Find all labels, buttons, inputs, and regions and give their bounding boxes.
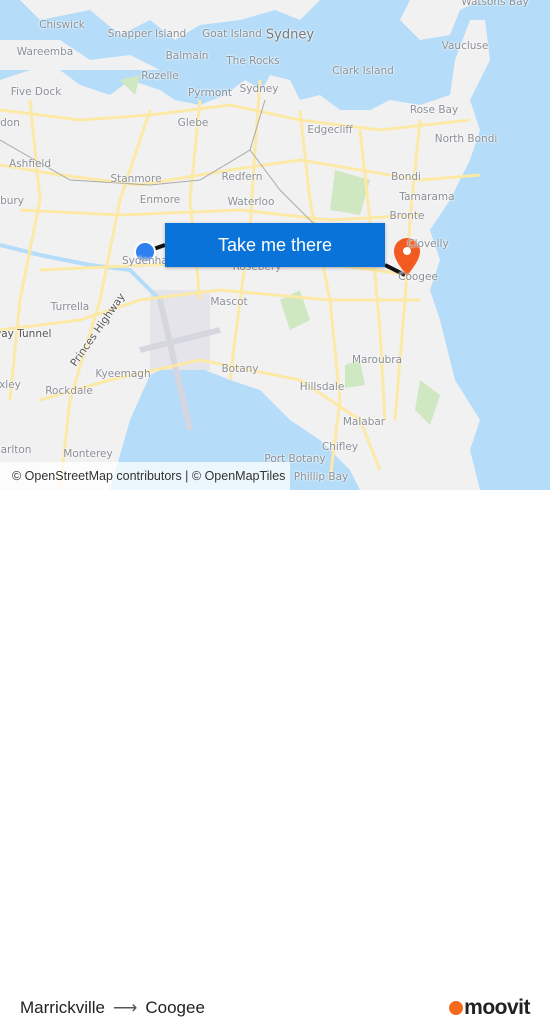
map-label: don bbox=[0, 117, 20, 129]
origin-name: Marrickville bbox=[20, 998, 105, 1017]
map-label: Mascot bbox=[210, 296, 248, 308]
map-label: Turrella bbox=[50, 301, 90, 313]
map-label: Wareemba bbox=[16, 46, 74, 58]
map-label: Sydney bbox=[265, 27, 315, 43]
map-label: Stanmore bbox=[110, 173, 162, 185]
map-label: Monterey bbox=[63, 448, 113, 460]
brand-name: moovit bbox=[464, 996, 530, 1019]
map-label: Ashfield bbox=[9, 158, 51, 170]
map-label-road: way Tunnel bbox=[0, 328, 52, 340]
map-label: Chifley bbox=[321, 441, 359, 453]
map-label: Phillip Bay bbox=[293, 471, 349, 483]
map-label: arlton bbox=[0, 444, 32, 456]
map[interactable]: Watsons Bay Chiswick Snapper Island Goat… bbox=[0, 0, 550, 490]
map-label: Waterloo bbox=[227, 196, 275, 208]
map-label: Glebe bbox=[177, 117, 209, 129]
map-label: xley bbox=[0, 379, 21, 391]
map-label: Five Dock bbox=[10, 86, 62, 98]
map-label: Bondi bbox=[391, 171, 421, 183]
map-label: bury bbox=[0, 195, 24, 207]
map-label: Coogee bbox=[398, 271, 438, 283]
map-label: Sydney bbox=[239, 83, 279, 95]
destination-name: Coogee bbox=[145, 998, 205, 1017]
map-label: Maroubra bbox=[351, 354, 403, 366]
map-label: Clark Island bbox=[332, 65, 394, 77]
take-me-there-button[interactable]: Take me there bbox=[165, 223, 385, 267]
map-label: Redfern bbox=[221, 171, 263, 183]
map-label: The Rocks bbox=[226, 55, 280, 67]
map-label: Enmore bbox=[139, 194, 181, 206]
map-label: North Bondi bbox=[434, 133, 498, 145]
map-label: Goat Island bbox=[202, 28, 262, 40]
map-label: Chiswick bbox=[39, 19, 85, 31]
map-label: Rozelle bbox=[141, 70, 179, 82]
map-label: Tamarama bbox=[399, 191, 455, 203]
map-label: Hillsdale bbox=[299, 381, 345, 393]
map-label: Watsons Bay bbox=[461, 0, 529, 8]
map-label: Vaucluse bbox=[441, 40, 489, 52]
map-label: Clovelly bbox=[407, 238, 449, 250]
moovit-logo-icon bbox=[449, 1001, 464, 1015]
map-label: Edgecliff bbox=[307, 124, 353, 136]
map-label: Balmain bbox=[165, 50, 209, 62]
map-label: Malabar bbox=[342, 416, 386, 428]
map-label: Rose Bay bbox=[409, 104, 459, 116]
map-label: Kyeemagh bbox=[95, 368, 151, 380]
map-label: Botany bbox=[221, 363, 259, 375]
map-attribution[interactable]: © OpenStreetMap contributors | © OpenMap… bbox=[0, 462, 290, 490]
map-label: Snapper Island bbox=[107, 28, 187, 40]
moovit-logo: moovit bbox=[449, 996, 530, 1020]
arrow-right-icon: ⟶ bbox=[113, 998, 138, 1017]
map-label: Pyrmont bbox=[187, 87, 233, 99]
map-label: Rockdale bbox=[45, 385, 93, 397]
footer: Marrickville ⟶ Coogee moovit bbox=[0, 490, 550, 1019]
map-label: Bronte bbox=[389, 210, 425, 222]
route-summary: Marrickville ⟶ Coogee bbox=[20, 998, 205, 1018]
